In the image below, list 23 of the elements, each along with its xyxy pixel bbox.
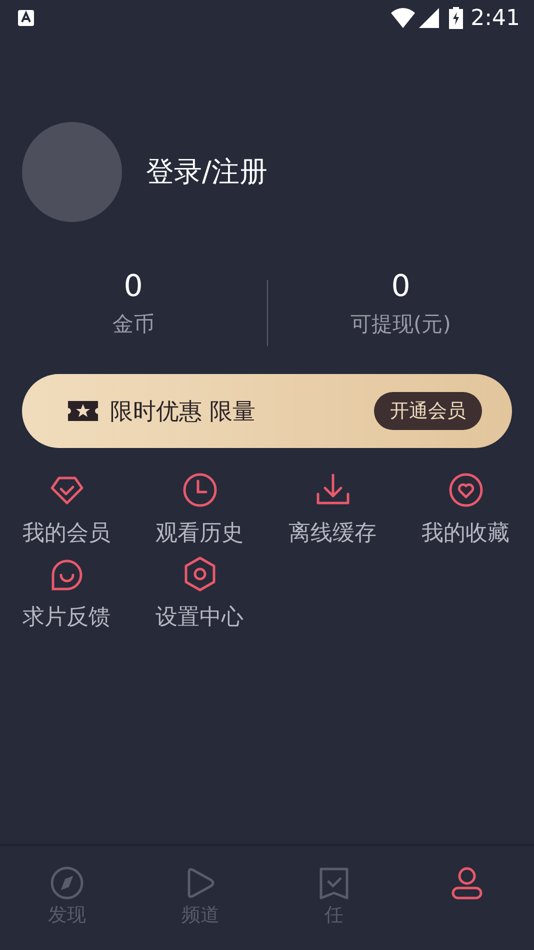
stat-value: 0 <box>124 268 143 304</box>
ticket-star-icon <box>68 399 98 423</box>
join-membership-button[interactable]: 开通会员 <box>374 392 482 430</box>
person-icon <box>450 866 484 900</box>
stat-value: 0 <box>391 268 410 304</box>
menu-item[interactable]: 我的收藏 <box>422 518 510 548</box>
promo-banner[interactable]: 限时优惠 限量 开通会员 <box>22 374 512 448</box>
keyboard-icon <box>18 10 34 26</box>
promo-text: 限时优惠 限量 <box>110 398 256 426</box>
wifi-icon <box>390 8 415 28</box>
stat-label: 可提现(元) <box>350 310 451 338</box>
login-link[interactable]: 登录/注册 <box>146 153 268 191</box>
menu-item[interactable]: 我的会员 <box>22 518 110 548</box>
compass-icon <box>50 866 84 900</box>
menu-item[interactable]: 设置中心 <box>156 602 244 632</box>
clock-icon <box>182 472 218 508</box>
status-time: 2:41 <box>470 6 520 30</box>
menu-item[interactable]: 求片反馈 <box>22 602 110 632</box>
menu-item[interactable]: 离线缓存 <box>288 518 376 548</box>
stat-label: 金币 <box>112 310 154 338</box>
menu-item[interactable]: 观看历史 <box>156 518 244 548</box>
battery-icon <box>448 7 463 29</box>
signal-icon <box>418 8 439 28</box>
